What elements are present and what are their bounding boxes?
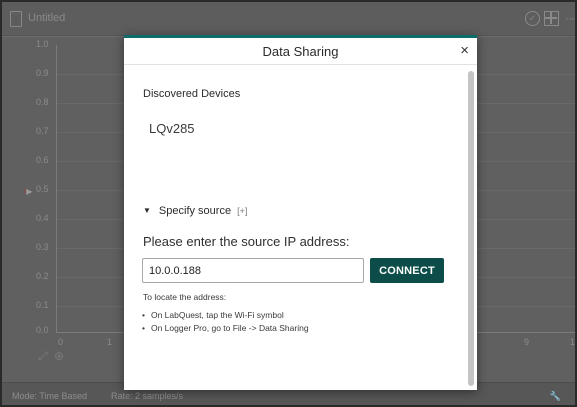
more-icon[interactable]: ··· [562, 11, 575, 26]
x-tick-label: 10 [570, 337, 576, 347]
status-rate: Rate: 2 samples/s [111, 391, 184, 401]
y-tick-label: 0.4 [36, 213, 49, 223]
autoscale-icon[interactable]: ⤢ [38, 349, 48, 364]
hint-text: To locate the address: [143, 292, 227, 302]
y-tick-label: 0.2 [36, 271, 49, 281]
specify-expand-indicator[interactable]: [+] [237, 206, 247, 216]
y-tick-label: 0.9 [36, 68, 49, 78]
app-header: Untitled ✓ ··· [2, 2, 575, 36]
zoom-icon[interactable]: ⊕ [54, 349, 64, 363]
connect-button[interactable]: CONNECT [370, 258, 444, 283]
scrollbar[interactable] [468, 69, 474, 387]
close-icon[interactable]: × [460, 42, 469, 59]
y-axis [56, 45, 57, 332]
status-mode: Mode: Time Based [12, 391, 88, 401]
x-tick-label: 9 [524, 337, 530, 347]
specify-source-toggle[interactable]: ▼ Specify source [+] [143, 205, 247, 217]
y-tick-label: 0.1 [36, 300, 49, 310]
app-window: Untitled ✓ ··· 1.0 0.9 0.8 0.7 0.6 0.5 0… [0, 0, 577, 407]
discovered-devices-label: Discovered Devices [143, 88, 241, 100]
app-title: Untitled [28, 12, 66, 24]
document-icon [10, 11, 22, 27]
wrench-icon[interactable]: 🔧 [550, 391, 561, 402]
y-tick-label: 0.5 [36, 184, 49, 194]
hint-item: On Logger Pro, go to File -> Data Sharin… [142, 323, 309, 333]
scrollbar-thumb[interactable] [468, 71, 474, 386]
ip-prompt: Please enter the source IP address: [143, 234, 350, 249]
data-sharing-dialog: Data Sharing × Discovered Devices LQv285… [124, 35, 477, 390]
dialog-title: Data Sharing [262, 44, 339, 59]
hint-list: On LabQuest, tap the Wi-Fi symbol On Log… [142, 310, 309, 336]
dialog-header: Data Sharing × [124, 38, 477, 65]
y-tick-label: 0.6 [36, 155, 49, 165]
device-item[interactable]: LQv285 [149, 121, 195, 136]
y-tick-label: 0.8 [36, 97, 49, 107]
expand-triangle-icon[interactable]: ▼ [143, 206, 151, 215]
y-tick-label: 0.7 [36, 126, 49, 136]
ip-address-input[interactable] [142, 258, 364, 283]
specify-source-label: Specify source [158, 205, 232, 217]
y-tick-label: 0.0 [36, 325, 49, 335]
x-tick-label: 0 [58, 337, 64, 347]
check-icon[interactable]: ✓ [525, 11, 540, 26]
hint-item: On LabQuest, tap the Wi-Fi symbol [142, 310, 309, 320]
y-tick-label: 0.3 [36, 242, 49, 252]
sensor-marker-icon[interactable]: I▶ [24, 187, 32, 196]
y-tick-label: 1.0 [36, 39, 49, 49]
x-tick-label: 1 [107, 337, 113, 347]
layout-icon[interactable] [544, 11, 559, 26]
